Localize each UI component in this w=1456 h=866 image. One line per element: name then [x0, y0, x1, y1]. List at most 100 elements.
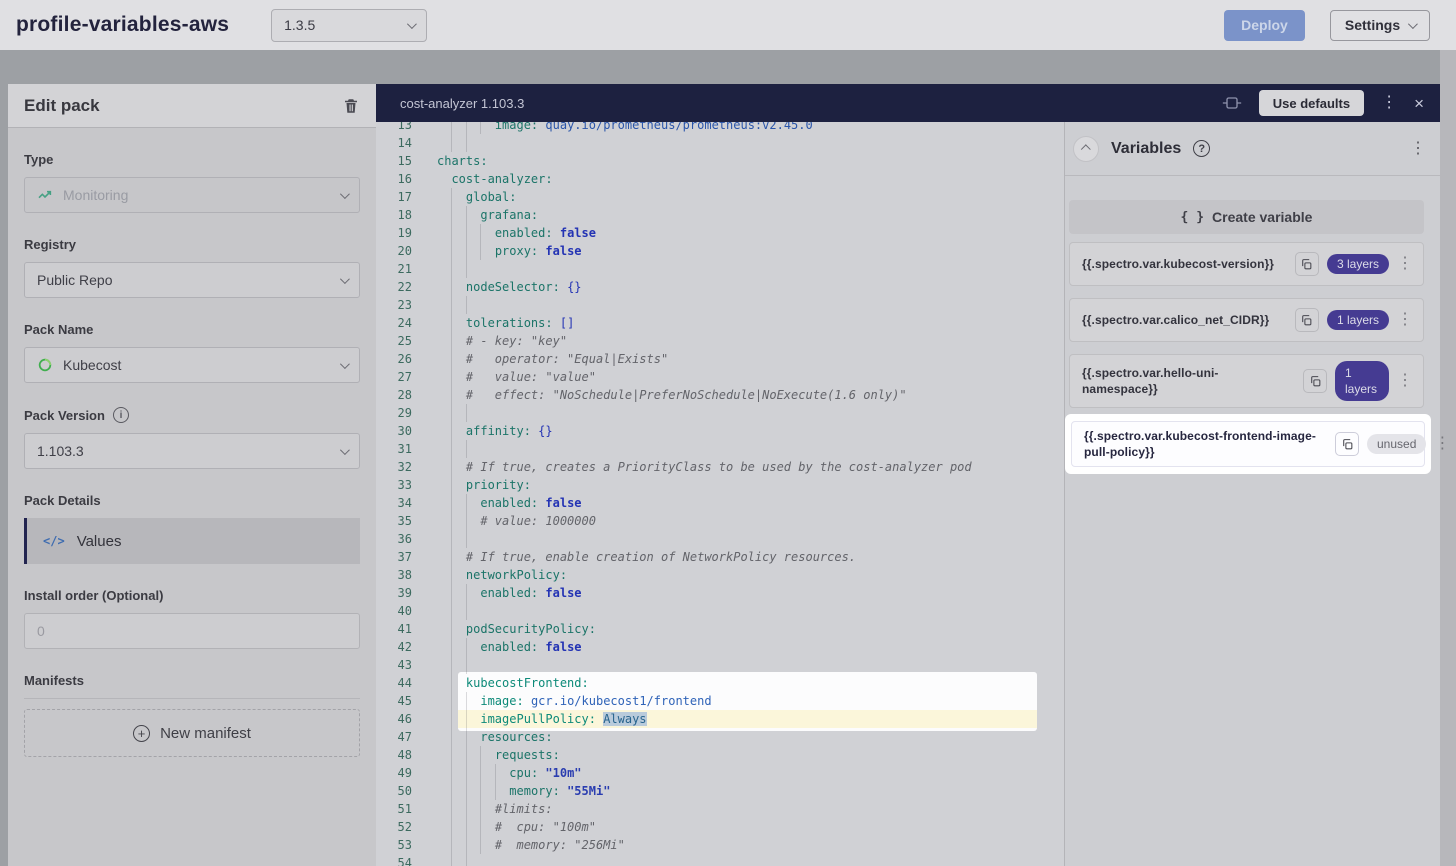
code-line[interactable]: 26 # operator: "Equal|Exists": [376, 350, 1064, 368]
chevron-down-icon: [340, 445, 350, 455]
variables-title: Variables: [1111, 140, 1181, 158]
collapse-panel-button[interactable]: [1073, 136, 1099, 162]
deploy-button[interactable]: Deploy: [1224, 10, 1305, 41]
variable-card[interactable]: {{.spectro.var.calico_net_CIDR}}1 layers…: [1069, 298, 1424, 342]
layers-badge[interactable]: 3 layers: [1327, 254, 1389, 274]
code-line[interactable]: 53 # memory: "256Mi": [376, 836, 1064, 854]
layers-badge[interactable]: 1 layers: [1335, 361, 1389, 401]
create-variable-button[interactable]: { } Create variable: [1069, 200, 1424, 234]
variable-list: {{.spectro.var.kubecost-version}}3 layer…: [1069, 242, 1422, 474]
code-line[interactable]: 31: [376, 440, 1064, 458]
code-line[interactable]: 42 enabled: false: [376, 638, 1064, 656]
pack-version-label: Pack Version i: [24, 407, 360, 423]
pack-name-select[interactable]: Kubecost: [24, 347, 360, 383]
close-icon[interactable]: ×: [1414, 95, 1424, 112]
copy-variable-icon[interactable]: [1335, 432, 1359, 456]
install-order-input[interactable]: [24, 613, 360, 649]
edit-pack-sidebar: Edit pack Type Monitoring Registry Publi…: [8, 84, 376, 866]
copy-variable-icon[interactable]: [1295, 252, 1319, 276]
install-order-label: Install order (Optional): [24, 588, 360, 603]
code-line[interactable]: 50 memory: "55Mi": [376, 782, 1064, 800]
delete-pack-icon[interactable]: [342, 97, 360, 115]
monitoring-icon: [37, 187, 53, 203]
code-line[interactable]: 43: [376, 656, 1064, 674]
code-line[interactable]: 38 networkPolicy:: [376, 566, 1064, 584]
variable-menu-icon[interactable]: ⋮: [1397, 256, 1413, 272]
code-line[interactable]: 45 image: gcr.io/kubecost1/frontend: [376, 692, 1064, 710]
settings-button[interactable]: Settings: [1330, 10, 1430, 41]
line-number: 45: [376, 692, 412, 710]
unused-badge: unused: [1367, 434, 1426, 454]
pack-version-select[interactable]: 1.103.3: [24, 433, 360, 469]
code-line[interactable]: 24 tolerations: []: [376, 314, 1064, 332]
variable-menu-icon[interactable]: ⋮: [1397, 373, 1413, 389]
code-line[interactable]: 40: [376, 602, 1064, 620]
code-line[interactable]: 22 nodeSelector: {}: [376, 278, 1064, 296]
editor-menu-icon[interactable]: ⋮: [1381, 95, 1397, 111]
variables-body: { } Create variable {{.spectro.var.kubec…: [1065, 176, 1440, 474]
line-number: 36: [376, 530, 412, 548]
code-line[interactable]: 36: [376, 530, 1064, 548]
code-line[interactable]: 51 #limits:: [376, 800, 1064, 818]
code-line[interactable]: 17 global:: [376, 188, 1064, 206]
variable-card[interactable]: {{.spectro.var.kubecost-version}}3 layer…: [1069, 242, 1424, 286]
chevron-down-icon: [340, 274, 350, 284]
variables-menu-icon[interactable]: ⋮: [1410, 141, 1426, 157]
line-number: 46: [376, 710, 412, 728]
type-select[interactable]: Monitoring: [24, 177, 360, 213]
chevron-down-icon: [340, 189, 350, 199]
variable-menu-icon[interactable]: ⋮: [1397, 312, 1413, 328]
help-icon[interactable]: ?: [1193, 140, 1210, 157]
info-icon[interactable]: i: [113, 407, 129, 423]
code-line[interactable]: 30 affinity: {}: [376, 422, 1064, 440]
code-line[interactable]: 47 resources:: [376, 728, 1064, 746]
line-number: 42: [376, 638, 412, 656]
line-number: 34: [376, 494, 412, 512]
code-line[interactable]: 16 cost-analyzer:: [376, 170, 1064, 188]
code-line[interactable]: 35 # value: 1000000: [376, 512, 1064, 530]
page-scrollbar[interactable]: [1440, 50, 1456, 866]
line-number: 33: [376, 476, 412, 494]
layers-badge[interactable]: 1 layers: [1327, 310, 1389, 330]
variable-menu-icon[interactable]: ⋮: [1434, 436, 1450, 452]
use-defaults-button[interactable]: Use defaults: [1259, 90, 1364, 116]
variable-card[interactable]: {{.spectro.var.kubecost-frontend-image-p…: [1071, 421, 1425, 467]
code-line[interactable]: 20 proxy: false: [376, 242, 1064, 260]
code-line[interactable]: 15charts:: [376, 152, 1064, 170]
code-line[interactable]: 14: [376, 134, 1064, 152]
line-number: 26: [376, 350, 412, 368]
code-line[interactable]: 18 grafana:: [376, 206, 1064, 224]
code-line[interactable]: 49 cpu: "10m": [376, 764, 1064, 782]
code-line[interactable]: 21: [376, 260, 1064, 278]
code-line[interactable]: 34 enabled: false: [376, 494, 1064, 512]
code-line[interactable]: 41 podSecurityPolicy:: [376, 620, 1064, 638]
code-line[interactable]: 27 # value: "value": [376, 368, 1064, 386]
code-line[interactable]: 29: [376, 404, 1064, 422]
copy-variable-icon[interactable]: [1303, 369, 1327, 393]
chevron-down-icon: [340, 359, 350, 369]
code-line[interactable]: 33 priority:: [376, 476, 1064, 494]
code-line[interactable]: 19 enabled: false: [376, 224, 1064, 242]
code-line[interactable]: 32 # If true, creates a PriorityClass to…: [376, 458, 1064, 476]
pack-details-values-tab[interactable]: </> Values: [24, 518, 360, 564]
new-manifest-button[interactable]: + New manifest: [24, 709, 360, 757]
variable-card[interactable]: {{.spectro.var.hello-uni-namespace}}1 la…: [1069, 354, 1424, 408]
code-line[interactable]: 44 kubecostFrontend:: [376, 674, 1064, 692]
braces-icon: { }: [1181, 210, 1204, 225]
profile-version-select[interactable]: 1.3.5: [271, 9, 427, 42]
code-line[interactable]: 28 # effect: "NoSchedule|PreferNoSchedul…: [376, 386, 1064, 404]
registry-select[interactable]: Public Repo: [24, 262, 360, 298]
code-line[interactable]: 37 # If true, enable creation of Network…: [376, 548, 1064, 566]
code-line[interactable]: 52 # cpu: "100m": [376, 818, 1064, 836]
code-line[interactable]: 25 # - key: "key": [376, 332, 1064, 350]
yaml-editor[interactable]: 13 image: quay.io/prometheus/prometheus:…: [376, 84, 1064, 866]
code-line[interactable]: 23: [376, 296, 1064, 314]
code-line[interactable]: 48 requests:: [376, 746, 1064, 764]
code-line[interactable]: 54: [376, 854, 1064, 866]
code-line[interactable]: 46 imagePullPolicy: Always: [376, 710, 1064, 728]
code-line[interactable]: 39 enabled: false: [376, 584, 1064, 602]
line-number: 22: [376, 278, 412, 296]
copy-variable-icon[interactable]: [1295, 308, 1319, 332]
diff-icon[interactable]: [1222, 95, 1242, 111]
create-variable-label: Create variable: [1212, 209, 1312, 225]
